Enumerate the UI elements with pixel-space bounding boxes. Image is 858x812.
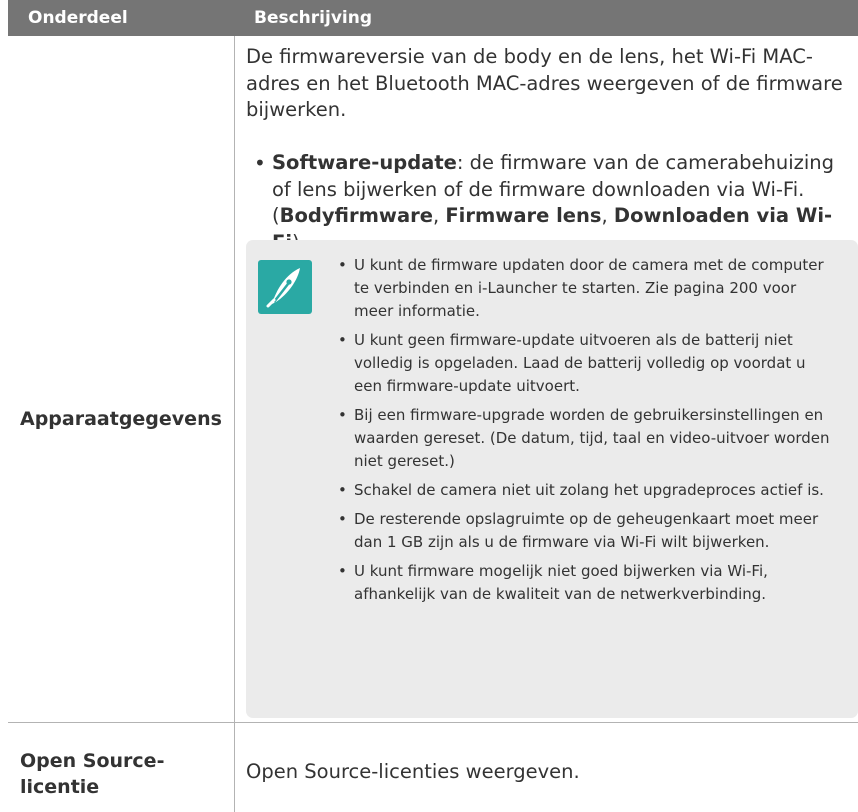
note-bullet: • [338, 406, 347, 424]
option-bodyfirmware: Bodyfirmware [279, 204, 433, 227]
bullet-marker: • [254, 151, 266, 175]
note-bullet: • [338, 331, 347, 349]
note-text: De resterende opslagruimte op de geheuge… [354, 510, 819, 551]
note-item: • Bij een firmware-upgrade worden de gebr… [338, 404, 838, 473]
row-label-apparaatgegevens: Apparaatgegevens [20, 408, 222, 430]
header-beschrijving: Beschrijving [254, 8, 373, 28]
note-item: • De resterende opslagruimte op de geheug… [338, 508, 838, 554]
settings-table: Onderdeel Beschrijving Apparaatgegevens … [8, 0, 858, 812]
row-description-apparaatgegevens: De firmwareversie van de body en de lens… [246, 44, 848, 124]
note-bullet: • [338, 481, 347, 499]
open-paren: ( [272, 204, 280, 227]
note-item: • U kunt firmware mogelijk niet goed bijw… [338, 560, 838, 606]
software-update-title: Software-update [272, 151, 457, 174]
option-sep-2: , [601, 204, 614, 227]
note-list: • U kunt de firmware updaten door de came… [338, 254, 838, 612]
note-text: U kunt geen firmware-update uitvoeren al… [354, 331, 806, 395]
note-bullet: • [338, 510, 347, 528]
note-text: Schakel de camera niet uit zolang het up… [354, 481, 824, 499]
note-bullet: • [338, 562, 347, 580]
column-divider [234, 36, 235, 812]
pen-nib-note-icon [258, 260, 312, 314]
note-item: • U kunt geen firmware-update uitvoeren a… [338, 329, 838, 398]
note-item: • U kunt de firmware updaten door de came… [338, 254, 838, 323]
table-header: Onderdeel Beschrijving [8, 0, 858, 36]
note-bullet: • [338, 256, 347, 274]
description-text: De firmwareversie van de body en de lens… [246, 45, 843, 121]
note-item: • Schakel de camera niet uit zolang het u… [338, 479, 838, 502]
option-sep-1: , [432, 204, 446, 227]
note-text: Bij een firmware-upgrade worden de gebru… [354, 406, 830, 470]
note-text: U kunt de firmware updaten door de camer… [354, 256, 824, 320]
header-onderdeel: Onderdeel [28, 8, 128, 28]
option-firmware-lens: Firmware lens [445, 204, 602, 227]
row-label-open-source-licentie: Open Source-licentie [20, 750, 165, 798]
note-box: • U kunt de firmware updaten door de came… [246, 240, 858, 718]
row-divider [8, 722, 858, 723]
row-description-open-source: Open Source-licenties weergeven. [246, 760, 580, 783]
note-text: U kunt firmware mogelijk niet goed bijwe… [354, 562, 768, 603]
